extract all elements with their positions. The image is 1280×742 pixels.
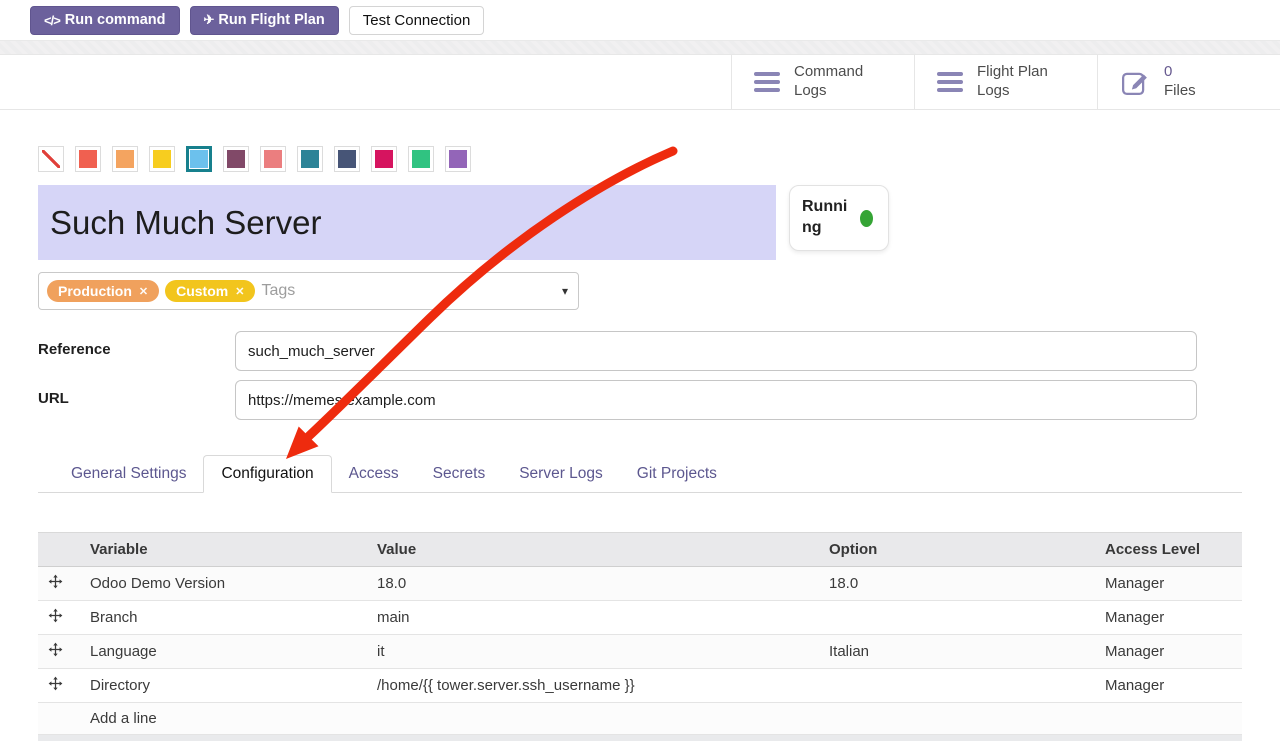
color-swatch-plum[interactable] [223, 146, 249, 172]
chevron-down-icon[interactable]: ▾ [562, 284, 568, 298]
cell-value[interactable]: /home/{{ tower.server.ssh_username }} [367, 669, 819, 703]
url-input[interactable] [235, 380, 1197, 420]
move-icon[interactable] [48, 676, 63, 691]
column-header-variable[interactable]: Variable [80, 533, 367, 567]
run-flight-plan-label: Run Flight Plan [218, 12, 324, 28]
table-row[interactable]: Language it Italian Manager [38, 635, 1242, 669]
table-row[interactable]: Branch main Manager [38, 601, 1242, 635]
tag-production-label: Production [58, 283, 132, 299]
color-swatch-magenta[interactable] [371, 146, 397, 172]
tab-secrets[interactable]: Secrets [416, 456, 503, 492]
close-icon[interactable]: ✕ [139, 285, 148, 298]
color-palette [38, 146, 1242, 172]
run-command-button[interactable]: </> Run command [30, 6, 180, 35]
run-flight-plan-button[interactable]: ✈ Run Flight Plan [190, 6, 339, 35]
menu-icon [937, 72, 963, 92]
tab-git-projects[interactable]: Git Projects [620, 456, 734, 492]
tag-custom[interactable]: Custom ✕ [165, 280, 255, 302]
cell-value[interactable]: it [367, 635, 819, 669]
color-swatch-red[interactable] [75, 146, 101, 172]
column-header-access-level[interactable]: Access Level [1095, 533, 1242, 567]
column-header-value[interactable]: Value [367, 533, 819, 567]
cell-access-level[interactable]: Manager [1095, 567, 1242, 601]
configuration-table: Variable Value Option Access Level Odoo … [38, 532, 1242, 735]
cell-value[interactable]: 18.0 [367, 567, 819, 601]
status-badge: Running [789, 185, 889, 251]
move-icon[interactable] [48, 608, 63, 623]
menu-icon [754, 72, 780, 92]
server-name-field[interactable]: Such Much Server [38, 185, 776, 260]
table-bottom-strip [38, 735, 1242, 741]
tab-access[interactable]: Access [332, 456, 416, 492]
run-command-label: Run command [65, 12, 166, 28]
color-swatch-purple[interactable] [445, 146, 471, 172]
page-background-strip [0, 40, 1280, 55]
action-bar: </> Run command ✈ Run Flight Plan Test C… [0, 0, 1280, 40]
test-connection-label: Test Connection [363, 12, 471, 29]
reference-label: Reference [38, 331, 235, 371]
move-icon[interactable] [48, 642, 63, 657]
cell-option[interactable] [819, 601, 1095, 635]
files-count: 0 [1164, 63, 1250, 82]
table-header-row: Variable Value Option Access Level [38, 533, 1242, 567]
status-label: Running [802, 197, 852, 239]
test-connection-button[interactable]: Test Connection [349, 6, 485, 35]
color-swatch-none[interactable] [38, 146, 64, 172]
tag-production[interactable]: Production ✕ [47, 280, 159, 302]
notebook-tabs: General Settings Configuration Access Se… [38, 455, 1242, 493]
column-header-option[interactable]: Option [819, 533, 1095, 567]
reference-input[interactable] [235, 331, 1197, 371]
cell-option[interactable]: 18.0 [819, 567, 1095, 601]
command-logs-label: Command Logs [794, 63, 880, 101]
cell-access-level[interactable]: Manager [1095, 601, 1242, 635]
edit-icon [1120, 67, 1150, 97]
code-icon: </> [44, 13, 60, 28]
table-row[interactable]: Odoo Demo Version 18.0 18.0 Manager [38, 567, 1242, 601]
cell-access-level[interactable]: Manager [1095, 669, 1242, 703]
color-swatch-cyan-selected[interactable] [186, 146, 212, 172]
tab-server-logs[interactable]: Server Logs [502, 456, 620, 492]
flight-plan-logs-label: Flight Plan Logs [977, 63, 1063, 101]
cell-variable[interactable]: Odoo Demo Version [80, 567, 367, 601]
tags-field[interactable]: Production ✕ Custom ✕ Tags ▾ [38, 272, 579, 310]
cell-option[interactable] [819, 669, 1095, 703]
tab-general-settings[interactable]: General Settings [54, 456, 203, 492]
color-swatch-navy[interactable] [334, 146, 360, 172]
cell-value[interactable]: main [367, 601, 819, 635]
color-swatch-green[interactable] [408, 146, 434, 172]
command-logs-button[interactable]: Command Logs [731, 55, 914, 109]
url-label: URL [38, 380, 235, 420]
handle-column-header [38, 533, 80, 567]
close-icon[interactable]: ✕ [235, 285, 244, 298]
plane-icon: ✈ [204, 12, 214, 28]
color-swatch-orange[interactable] [112, 146, 138, 172]
tags-placeholder: Tags [261, 282, 295, 300]
tag-custom-label: Custom [176, 283, 228, 299]
add-a-line-link[interactable]: Add a line [80, 703, 1242, 735]
flight-plan-logs-button[interactable]: Flight Plan Logs [914, 55, 1097, 109]
move-icon[interactable] [48, 574, 63, 589]
server-form-page: </> Run command ✈ Run Flight Plan Test C… [0, 0, 1280, 742]
color-swatch-teal[interactable] [297, 146, 323, 172]
form-sheet: Such Much Server Running Production ✕ Cu… [0, 146, 1280, 735]
cell-access-level[interactable]: Manager [1095, 635, 1242, 669]
stat-button-row: Command Logs Flight Plan Logs 0 Files [0, 55, 1280, 110]
cell-variable[interactable]: Directory [80, 669, 367, 703]
status-dot-icon [860, 210, 873, 227]
files-label: Files [1164, 82, 1250, 101]
color-swatch-salmon[interactable] [260, 146, 286, 172]
tab-configuration[interactable]: Configuration [203, 455, 331, 493]
files-button[interactable]: 0 Files [1097, 55, 1280, 109]
cell-variable[interactable]: Branch [80, 601, 367, 635]
table-row[interactable]: Directory /home/{{ tower.server.ssh_user… [38, 669, 1242, 703]
color-swatch-yellow[interactable] [149, 146, 175, 172]
cell-variable[interactable]: Language [80, 635, 367, 669]
cell-option[interactable]: Italian [819, 635, 1095, 669]
